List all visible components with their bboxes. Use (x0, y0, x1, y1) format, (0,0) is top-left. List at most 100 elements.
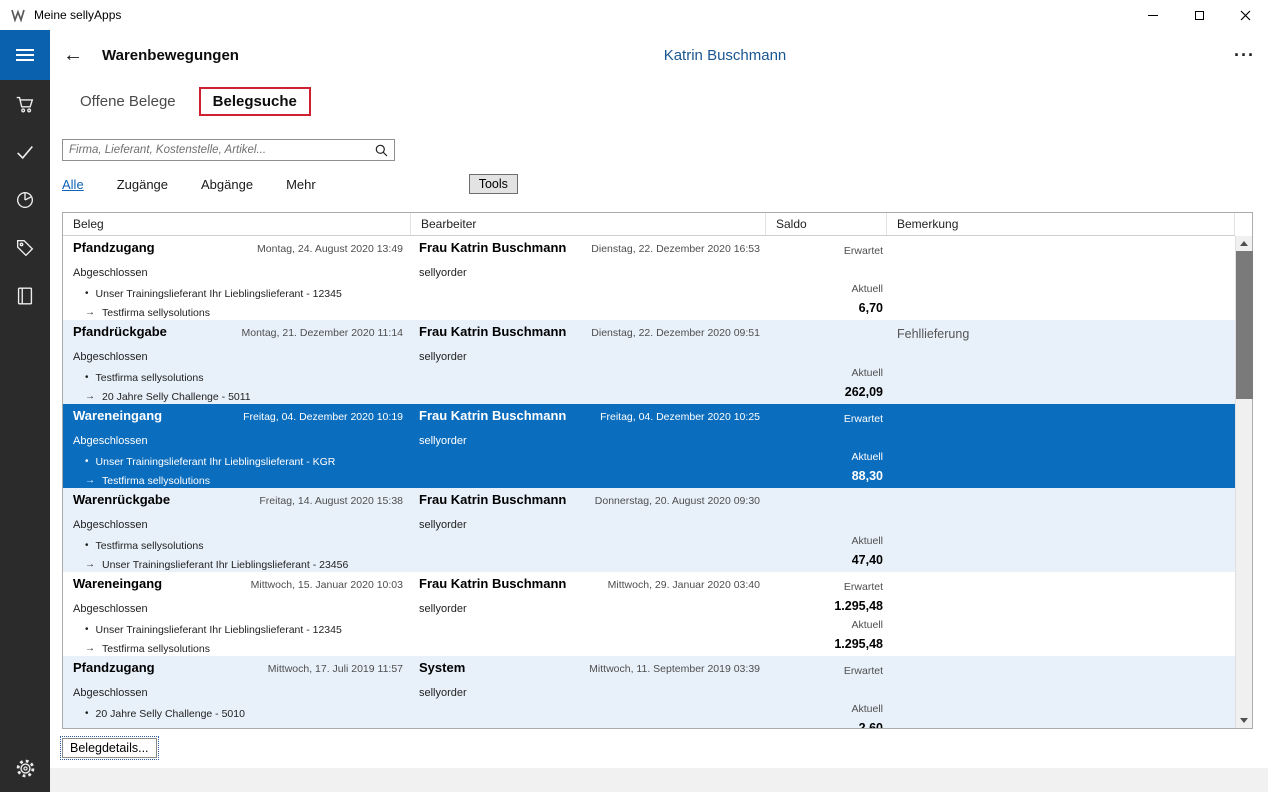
saldo-actual-label: Aktuell (766, 616, 883, 635)
line-marker-icon: → (85, 559, 95, 570)
table-row[interactable]: Pfandzugang Mittwoch, 17. Juli 2019 11:5… (63, 656, 1235, 728)
menu-icon (16, 49, 34, 51)
saldo-expected-value (766, 513, 883, 532)
sidebar-item-cart[interactable] (0, 80, 50, 128)
line-marker-icon: • (85, 288, 89, 299)
saldo-expected-label (766, 326, 883, 345)
table-header: Beleg Bearbeiter Saldo Bemerkung (63, 213, 1235, 236)
doc-line: •20 Jahre Selly Challenge - 5010 (73, 704, 411, 723)
checkmark-icon (14, 141, 36, 163)
editor-name: Frau Katrin Buschmann (419, 240, 566, 255)
scroll-down-button[interactable] (1236, 713, 1253, 728)
content: ← Warenbewegungen Katrin Buschmann ··· O… (50, 30, 1268, 792)
bearbeiter-cell: Frau Katrin Buschmann Freitag, 04. Dezem… (411, 404, 766, 488)
saldo-actual-value: 262,09 (766, 383, 883, 402)
column-header-bemerkung[interactable]: Bemerkung (887, 213, 1235, 235)
table-row[interactable]: Pfandzugang Montag, 24. August 2020 13:4… (63, 236, 1235, 320)
doc-type: Wareneingang (73, 576, 162, 591)
search-box (62, 139, 395, 161)
details-row: Belegdetails... (62, 735, 1268, 761)
hamburger-menu-button[interactable] (0, 30, 50, 80)
app-logo-icon (9, 7, 26, 24)
filter-abgaenge[interactable]: Abgänge (201, 177, 253, 192)
saldo-actual-value: 88,30 (766, 467, 883, 486)
beleg-cell: Pfandzugang Montag, 24. August 2020 13:4… (63, 236, 411, 320)
saldo-actual-value: 47,40 (766, 551, 883, 570)
sidebar-item-statistics[interactable] (0, 176, 50, 224)
column-header-saldo[interactable]: Saldo (766, 213, 887, 235)
table-row[interactable]: Wareneingang Mittwoch, 15. Januar 2020 1… (63, 572, 1235, 656)
saldo-cell: Aktuell 262,09 (766, 320, 887, 404)
belegdetails-button[interactable]: Belegdetails... (62, 738, 157, 758)
editor-app: sellyorder (419, 681, 766, 704)
scroll-up-button[interactable] (1236, 236, 1253, 251)
saldo-actual-label: Aktuell (766, 700, 883, 719)
line-text: Unser Trainingslieferant Ihr Lieblingsli… (96, 288, 342, 300)
sidebar-item-journal[interactable] (0, 272, 50, 320)
doc-line: •Unser Trainingslieferant Ihr Lieblingsl… (73, 452, 411, 471)
column-header-beleg[interactable]: Beleg (63, 213, 411, 235)
more-button[interactable]: ··· (1234, 46, 1255, 64)
bearbeiter-cell: Frau Katrin Buschmann Mittwoch, 29. Janu… (411, 572, 766, 656)
bearbeiter-cell: Frau Katrin Buschmann Donnerstag, 20. Au… (411, 488, 766, 572)
maximize-button[interactable] (1176, 0, 1222, 30)
sidebar-item-settings[interactable] (0, 744, 50, 792)
editor-name: Frau Katrin Buschmann (419, 576, 566, 591)
doc-line: •Unser Trainingslieferant Ihr Lieblingsl… (73, 620, 411, 639)
filter-zugaenge[interactable]: Zugänge (117, 177, 168, 192)
saldo-actual-value: 1.295,48 (766, 635, 883, 654)
doc-lines: •Testfirma sellysolutions→20 Jahre Selly… (73, 368, 411, 404)
doc-type: Pfandzugang (73, 660, 155, 675)
bemerkung-cell (887, 236, 1235, 320)
table-row[interactable]: Wareneingang Freitag, 04. Dezember 2020 … (63, 404, 1235, 488)
line-text: 20 Jahre Selly Challenge - 5010 (96, 708, 245, 720)
saldo-actual-label: Aktuell (766, 448, 883, 467)
doc-date: Mittwoch, 17. Juli 2019 11:57 (268, 663, 411, 675)
filter-mehr[interactable]: Mehr (286, 177, 316, 192)
saldo-expected-label: Erwartet (766, 578, 883, 597)
doc-lines: • Unser Trainingslieferant Ihr Lieblingsl… (73, 284, 411, 320)
doc-line: •Testfirma sellysolutions (73, 368, 411, 387)
bottom-strip (50, 768, 1268, 792)
beleg-cell: Pfandrückgabe Montag, 21. Dezember 2020 … (63, 320, 411, 404)
minimize-button[interactable] (1130, 0, 1176, 30)
tab-belegsuche[interactable]: Belegsuche (199, 87, 311, 116)
tab-offene-belege[interactable]: Offene Belege (80, 93, 176, 110)
tools-button[interactable]: Tools (469, 174, 518, 194)
app-body: ← Warenbewegungen Katrin Buschmann ··· O… (0, 30, 1268, 792)
sidebar-item-prices[interactable] (0, 224, 50, 272)
search-icon[interactable] (375, 144, 388, 157)
editor-date: Mittwoch, 11. September 2019 03:39 (589, 663, 766, 675)
table-row[interactable]: Pfandrückgabe Montag, 21. Dezember 2020 … (63, 320, 1235, 404)
doc-type: Pfandzugang (73, 240, 155, 255)
saldo-expected-value (766, 345, 883, 364)
filter-alle[interactable]: Alle (62, 177, 84, 192)
search-input[interactable] (63, 144, 375, 156)
doc-line: •Testfirma sellysolutions (73, 536, 411, 555)
editor-date: Dienstag, 22. Dezember 2020 16:53 (591, 243, 766, 255)
saldo-expected-value (766, 261, 883, 280)
maximize-icon (1195, 11, 1204, 20)
gear-icon (15, 758, 36, 779)
saldo-cell: Erwartet Aktuell 2,60 (766, 656, 887, 728)
doc-line: →20 Jahre Selly Challenge - 5011 (73, 387, 411, 404)
close-button[interactable] (1222, 0, 1268, 30)
editor-date: Mittwoch, 29. Januar 2020 03:40 (608, 579, 766, 591)
back-button[interactable]: ← (63, 45, 83, 65)
line-marker-icon: → (85, 391, 95, 402)
table-row[interactable]: Warenrückgabe Freitag, 14. August 2020 1… (63, 488, 1235, 572)
vertical-scrollbar[interactable] (1235, 236, 1252, 728)
tab-bar: Offene Belege Belegsuche (50, 80, 1268, 122)
price-tag-icon (14, 237, 36, 259)
doc-type: Wareneingang (73, 408, 162, 423)
bemerkung-cell (887, 404, 1235, 488)
sidebar-item-tasks[interactable] (0, 128, 50, 176)
line-marker-icon: • (85, 456, 89, 467)
editor-app: sellyorder (419, 345, 766, 368)
line-marker-icon: → (85, 475, 95, 486)
saldo-expected-label: Erwartet (766, 410, 883, 429)
scroll-thumb[interactable] (1236, 251, 1253, 399)
column-header-bearbeiter[interactable]: Bearbeiter (411, 213, 766, 235)
doc-line: →Testfirma sellysolutions (73, 471, 411, 488)
user-name[interactable]: Katrin Buschmann (664, 47, 787, 64)
